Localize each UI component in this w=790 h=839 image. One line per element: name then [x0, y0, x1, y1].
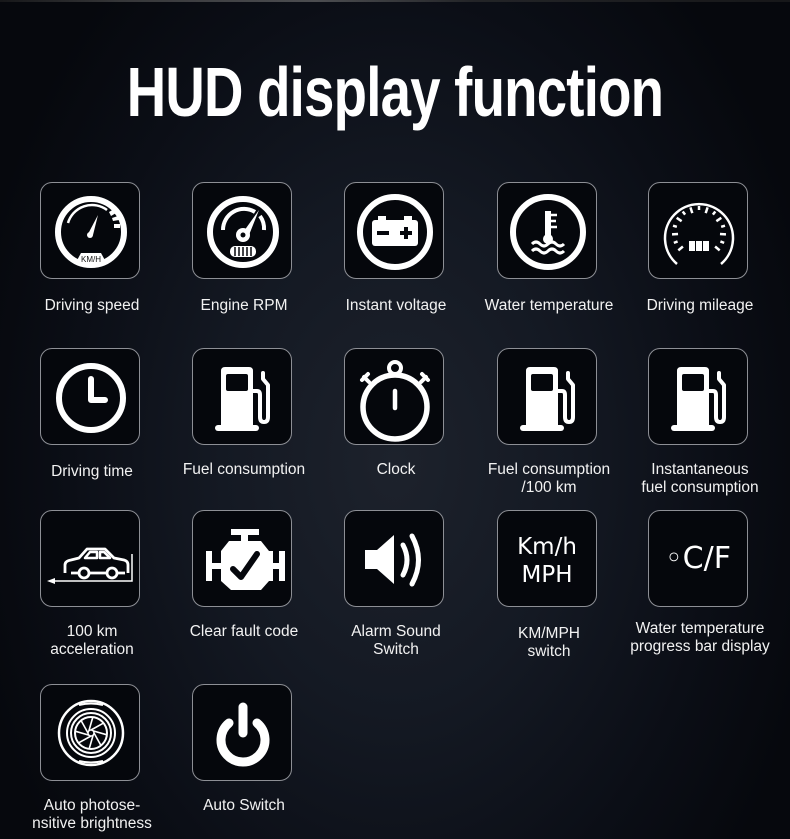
odometer-tick: [677, 245, 684, 252]
feature-label: Instant voltage: [345, 297, 447, 314]
feature-label-line: Switch: [373, 641, 419, 658]
kmh-text: Km/h: [517, 534, 577, 560]
feature-label: Driving mileage: [646, 297, 754, 314]
feature-label-line: switch: [527, 643, 571, 660]
odometer-tick: [673, 240, 679, 245]
mph-text: MPH: [521, 562, 573, 588]
feature-label: Engine RPM: [200, 297, 288, 314]
odometer-tick: [672, 224, 678, 228]
feature-label: Clock: [376, 461, 416, 478]
battery-icon: [344, 182, 444, 279]
feature-label: Fuel consumption /100 km: [467, 461, 631, 497]
feature-label: KM/MPH switch: [467, 625, 631, 661]
speaker-icon: [344, 510, 444, 607]
light-sensor-icon: [40, 684, 140, 781]
page-title: HUD display function: [126, 53, 664, 131]
feature-label-line: progress bar display: [630, 638, 770, 655]
coolant-temperature-icon: [497, 182, 597, 279]
aperture-blade: [90, 722, 104, 731]
odometer-icon: [648, 182, 748, 279]
feature-label-line: Auto photose-: [43, 797, 141, 814]
aperture-blade: [93, 732, 102, 746]
engine-check-icon: [192, 510, 292, 607]
feature-label: Water temperature: [484, 297, 614, 314]
odometer-tick: [711, 210, 717, 216]
feature-label: Auto photose- nsitive brightness: [10, 797, 174, 833]
feature-label: Clear fault code: [189, 623, 299, 640]
odometer-tick: [719, 240, 725, 245]
fuel-pump-icon: [497, 348, 597, 445]
power-icon: [192, 684, 292, 781]
feature-label-line: KM/MPH: [518, 625, 580, 642]
odometer-tick: [704, 207, 709, 214]
feature-label: Water temperature progress bar display: [618, 620, 782, 656]
feature-label-line: acceleration: [50, 641, 134, 658]
odometer-tick: [689, 207, 694, 214]
unit-text-icon: Km/h MPH: [497, 510, 597, 607]
aperture-blade: [78, 735, 92, 744]
feature-label-line: Water temperature: [635, 620, 765, 637]
feature-label: Alarm Sound Switch: [314, 623, 478, 659]
feature-label: Driving time: [51, 463, 133, 480]
feature-label: Fuel consumption: [182, 461, 306, 478]
stopwatch-icon: [344, 348, 444, 445]
odometer-tick: [720, 224, 726, 228]
odometer-tick: [681, 210, 687, 216]
odometer-tick: [715, 216, 723, 223]
top-edge-line: [0, 0, 790, 2]
odometer-tick: [714, 245, 721, 252]
fuel-pump-icon: [192, 348, 292, 445]
feature-label-line: nsitive brightness: [32, 815, 152, 832]
feature-label-line: fuel consumption: [641, 479, 759, 496]
car-acceleration-icon: [40, 510, 140, 607]
speedometer-icon: KM/H: [40, 182, 140, 279]
clock-icon: [40, 348, 140, 445]
tachometer-icon: [192, 182, 292, 279]
feature-label-line: Alarm Sound: [351, 623, 441, 640]
speed-unit-text: KM/H: [81, 255, 101, 264]
feature-label: 100 km acceleration: [10, 623, 174, 659]
feature-label-line: Fuel consumption: [487, 461, 611, 478]
feature-label: Driving speed: [44, 297, 140, 314]
feature-label: Instantaneous fuel consumption: [618, 461, 782, 497]
fuel-pump-icon: [648, 348, 748, 445]
celsius-fahrenheit-text: ◦C/F: [664, 541, 731, 576]
aperture-blade: [80, 720, 89, 734]
celsius-fahrenheit-icon: ◦C/F: [648, 510, 748, 607]
feature-label: Auto Switch: [203, 797, 285, 814]
feature-label-line: /100 km: [521, 479, 577, 496]
feature-label-line: 100 km: [66, 623, 118, 640]
odometer-tick: [675, 216, 683, 223]
feature-label-line: Instantaneous: [651, 461, 749, 478]
